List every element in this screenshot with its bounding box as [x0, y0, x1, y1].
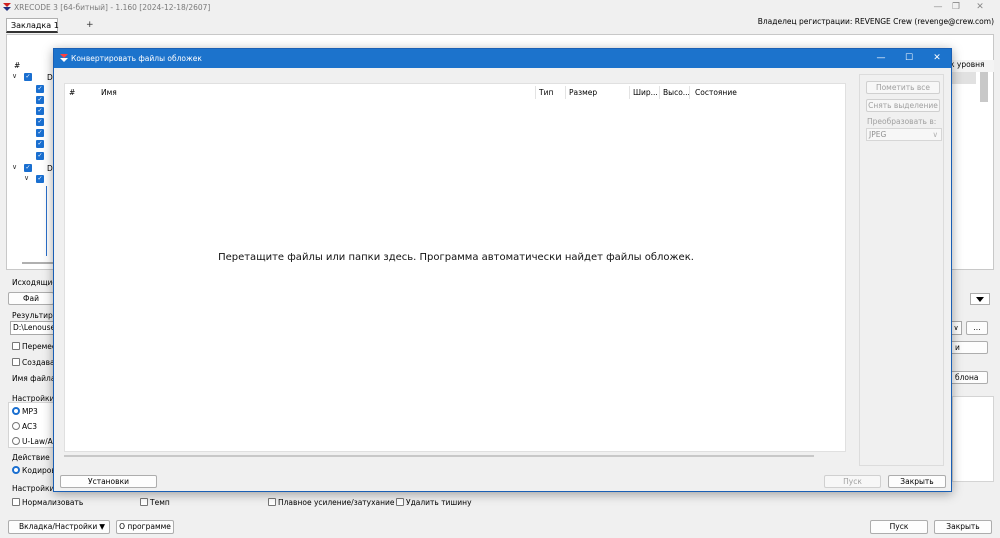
- mark-all-button[interactable]: Пометить все: [866, 81, 940, 94]
- move-checkbox[interactable]: [12, 342, 20, 350]
- tab-settings-button[interactable]: Вкладка/Настройки ▼: [8, 520, 110, 534]
- settings-button[interactable]: Установки: [60, 475, 157, 488]
- remove-silence-checkbox[interactable]: [396, 498, 404, 506]
- format-mp3-label: MP3: [22, 407, 38, 416]
- dialog-maximize-button[interactable]: ☐: [900, 52, 918, 65]
- chevron-down-icon[interactable]: ∨: [12, 72, 17, 80]
- tree-item-checkbox[interactable]: ✓: [36, 175, 44, 183]
- vertical-scrollbar[interactable]: [980, 72, 988, 102]
- column-type[interactable]: Тип: [539, 88, 553, 97]
- files-button[interactable]: Фай: [8, 292, 54, 305]
- about-button[interactable]: О программе: [116, 520, 174, 534]
- tree-item-checkbox[interactable]: ✓: [36, 140, 44, 148]
- right-button-1[interactable]: и: [950, 341, 988, 354]
- format-mp3-radio[interactable]: [12, 407, 20, 415]
- tree-scrollbar[interactable]: [22, 262, 56, 264]
- format-ulaw-radio[interactable]: [12, 437, 20, 445]
- start-button[interactable]: Пуск: [870, 520, 928, 534]
- column-separator: [535, 86, 536, 99]
- fade-checkbox[interactable]: [268, 498, 276, 506]
- fade-label: Плавное усиление/затухание: [278, 498, 395, 507]
- app-logo-icon: [3, 3, 11, 11]
- action-encode-radio[interactable]: [12, 466, 20, 474]
- format-select[interactable]: JPEG ∨: [866, 128, 942, 141]
- tree-item-checkbox[interactable]: ✓: [36, 85, 44, 93]
- close-window-button[interactable]: ✕: [972, 1, 988, 13]
- column-name[interactable]: Имя: [101, 88, 117, 97]
- tree-item-checkbox[interactable]: ✓: [36, 107, 44, 115]
- dialog-title: Конвертировать файлы обложек: [71, 54, 202, 63]
- covers-file-list[interactable]: # Имя Тип Размер Шир... Высо... Состояни…: [64, 83, 846, 452]
- convert-to-label: Преобразовать в:: [867, 117, 937, 126]
- chevron-down-icon[interactable]: ∨: [24, 174, 29, 182]
- result-label: Результиру: [12, 311, 58, 320]
- output-path-input[interactable]: D:\Lenouse: [10, 321, 54, 335]
- column-separator: [689, 86, 690, 99]
- remove-silence-label: Удалить тишину: [406, 498, 472, 507]
- format-select-value: JPEG: [869, 130, 887, 139]
- tree-guide-line: [46, 186, 47, 256]
- column-separator: [659, 86, 660, 99]
- dialog-close-action-button[interactable]: Закрыть: [888, 475, 946, 488]
- close-button[interactable]: Закрыть: [934, 520, 992, 534]
- checkbox-checked-icon[interactable]: ✓: [24, 164, 32, 172]
- column-size[interactable]: Размер: [569, 88, 597, 97]
- column-status[interactable]: Состояние: [695, 88, 737, 97]
- right-format-section: [952, 396, 994, 482]
- dropdown-arrow-icon: ▼: [99, 522, 105, 531]
- dialog-start-button[interactable]: Пуск: [824, 475, 881, 488]
- browse-button[interactable]: ...: [966, 321, 988, 335]
- convert-covers-dialog: Конвертировать файлы обложек — ☐ ✕ # Имя…: [53, 48, 952, 492]
- column-hash: #: [14, 61, 21, 70]
- tree-item-checkbox[interactable]: ✓: [36, 129, 44, 137]
- tab-bookmark-1[interactable]: Закладка 1: [6, 18, 59, 33]
- chevron-down-icon[interactable]: ∨: [12, 163, 17, 171]
- move-label: Перемес: [22, 342, 57, 351]
- tree-item-checkbox[interactable]: ✓: [36, 152, 44, 160]
- format-ulaw-label: U-Law/A-: [22, 437, 56, 446]
- filename-label: Имя файла:: [12, 374, 58, 383]
- tab-settings-label: Вкладка/Настройки: [19, 522, 98, 531]
- dialog-minimize-button[interactable]: —: [872, 52, 890, 65]
- tree-item-checkbox[interactable]: ✓: [36, 96, 44, 104]
- app-logo-icon: [60, 54, 68, 62]
- column-separator: [629, 86, 630, 99]
- add-tab-button[interactable]: +: [86, 20, 94, 30]
- tree-folder-1-label: D: [47, 73, 53, 82]
- chevron-down-icon: ∨: [932, 130, 939, 139]
- tempo-label: Темп: [150, 498, 170, 507]
- format-ac3-radio[interactable]: [12, 422, 20, 430]
- action-label: Действие: [12, 453, 50, 462]
- dialog-close-button[interactable]: ✕: [928, 52, 946, 65]
- column-number[interactable]: #: [69, 88, 75, 97]
- normalize-label: Нормализовать: [22, 498, 84, 507]
- normalize-checkbox[interactable]: [12, 498, 20, 506]
- source-label: Исходящие: [12, 278, 58, 287]
- column-header-level: к уровня: [950, 60, 994, 72]
- create-checkbox[interactable]: [12, 358, 20, 366]
- app-title: XRECODE 3 [64-битный] - 1.160 [2024-12-1…: [14, 3, 211, 12]
- tree-item-checkbox[interactable]: ✓: [36, 118, 44, 126]
- restore-button[interactable]: ❐: [948, 1, 964, 13]
- column-height[interactable]: Высо...: [663, 88, 690, 97]
- registration-owner: Владелец регистрации: REVENGE Crew (reve…: [757, 17, 994, 26]
- column-width[interactable]: Шир...: [633, 88, 658, 97]
- horizontal-scrollbar[interactable]: [64, 455, 814, 457]
- column-separator: [565, 86, 566, 99]
- right-button-2[interactable]: блона: [950, 371, 988, 384]
- unselect-button[interactable]: Снять выделение: [866, 99, 940, 112]
- tree-folder-2-label: D: [47, 164, 53, 173]
- drop-hint: Перетащите файлы или папки здесь. Програ…: [218, 252, 694, 263]
- checkbox-checked-icon[interactable]: ✓: [24, 73, 32, 81]
- tempo-checkbox[interactable]: [140, 498, 148, 506]
- column-header-bg: [950, 72, 976, 84]
- format-ac3-label: AC3: [22, 422, 38, 431]
- dropdown-arrow-icon[interactable]: [970, 293, 990, 305]
- minimize-button[interactable]: —: [930, 1, 946, 13]
